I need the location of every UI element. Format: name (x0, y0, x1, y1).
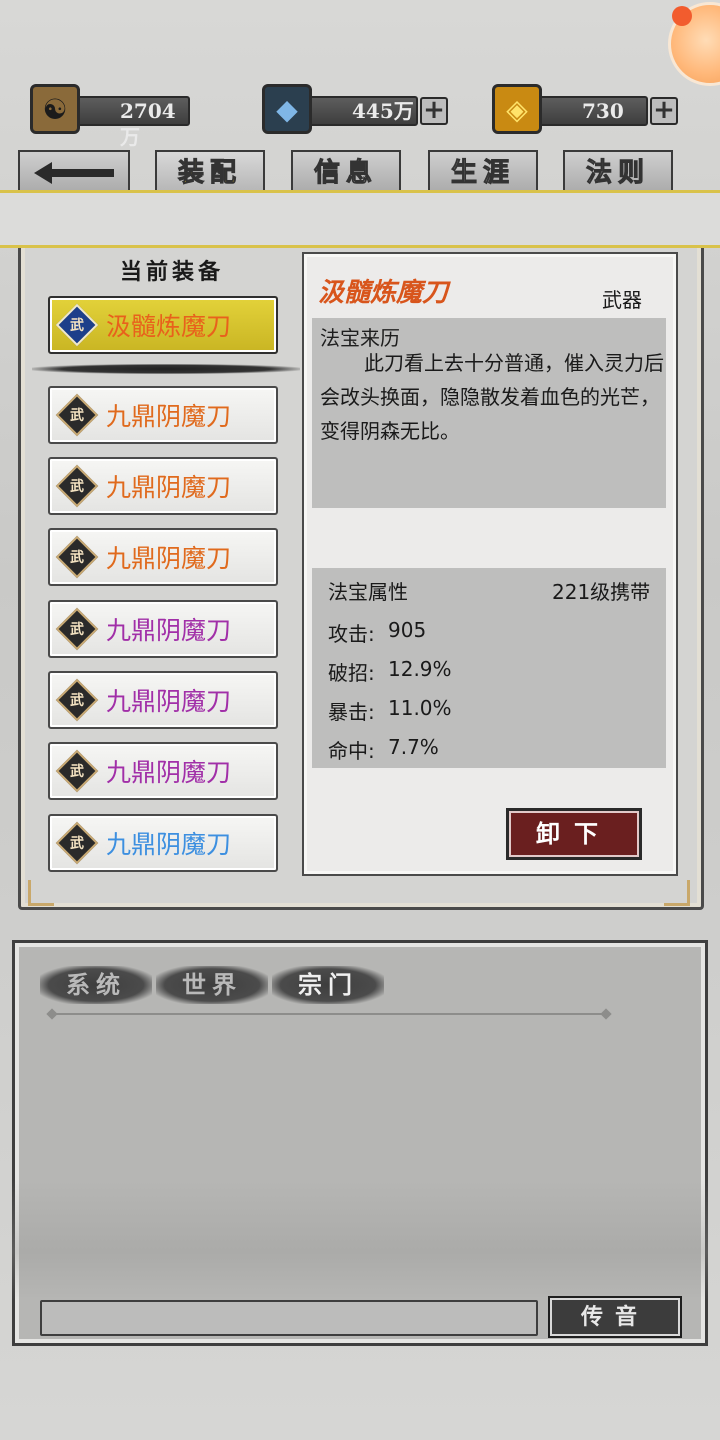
currency-gold-value: 730 (582, 99, 624, 123)
equipment-item-name: 九鼎阴魔刀 (106, 758, 232, 787)
blue-crystal-icon: ◆ (262, 84, 312, 134)
equipped-item-name: 汲髓炼魔刀 (106, 312, 232, 341)
weapon-badge-label: 武 (70, 836, 84, 852)
chat-divider (50, 1013, 610, 1015)
weapon-badge-label: 武 (70, 408, 84, 424)
equipment-item-name: 九鼎阴魔刀 (106, 402, 232, 431)
attr-attack-value: 905 (388, 618, 427, 642)
currency-crystal: 445万 (298, 96, 418, 126)
add-crystal-button[interactable]: + (420, 97, 448, 125)
weapon-badge-icon: 武 (55, 464, 99, 508)
weapon-badge-icon: 武 (55, 607, 99, 651)
attr-hit-value: 7.7% (388, 735, 439, 759)
currency-coins-value: 2704万 (120, 99, 176, 149)
brush-divider (32, 364, 300, 374)
attr-hit-label: 命中: (328, 739, 375, 763)
header-band (0, 190, 720, 248)
equipment-list-item[interactable]: 武 九鼎阴魔刀 (48, 457, 278, 515)
equipment-item-name: 九鼎阴魔刀 (106, 616, 232, 645)
currency-crystal-value: 445万 (352, 99, 414, 123)
tab-career[interactable]: 生涯 (428, 150, 538, 194)
equipment-list-item[interactable]: 武 九鼎阴魔刀 (48, 814, 278, 872)
currency-gold: 730 (528, 96, 648, 126)
detail-item-type: 武器 (602, 288, 642, 312)
add-gold-button[interactable]: + (650, 97, 678, 125)
weapon-badge-icon: 武 (55, 821, 99, 865)
weapon-badge-icon: 武 (55, 749, 99, 793)
chat-tab-sect[interactable]: 宗门 (272, 966, 384, 1004)
level-requirement: 221级携带 (552, 580, 651, 604)
lore-text: 此刀看上去十分普通，催入灵力后会改头换面，隐隐散发着血色的光芒，变得阴森无比。 (320, 351, 664, 443)
weapon-badge-icon: 武 (55, 303, 99, 347)
corner-ornament (28, 880, 54, 906)
gold-ingot-icon: ◈ (492, 84, 542, 134)
attr-attack-label: 攻击: (328, 622, 375, 646)
weapon-badge-icon: 武 (55, 678, 99, 722)
ink-landscape (12, 1180, 708, 1300)
attr-crit-value: 11.0% (388, 696, 452, 720)
weapon-badge-label: 武 (70, 550, 84, 566)
weapon-badge-label: 武 (70, 764, 84, 780)
currency-coins: 2704万 (66, 96, 190, 149)
taiji-coin-icon: ☯ (30, 84, 80, 134)
back-button[interactable] (18, 150, 130, 194)
weapon-badge-label: 武 (70, 479, 84, 495)
detail-item-name: 汲髓炼魔刀 (318, 278, 449, 308)
equipment-item-name: 九鼎阴魔刀 (106, 544, 232, 573)
attr-break-value: 12.9% (388, 657, 452, 681)
equipment-list-item[interactable]: 武 九鼎阴魔刀 (48, 528, 278, 586)
weapon-badge-icon: 武 (55, 393, 99, 437)
equipment-list-item[interactable]: 武 九鼎阴魔刀 (48, 742, 278, 800)
equipment-item-name: 九鼎阴魔刀 (106, 473, 232, 502)
corner-ornament (664, 880, 690, 906)
current-equipment-title: 当前装备 (119, 259, 224, 285)
attr-crit-label: 暴击: (328, 700, 375, 724)
equipment-list-item[interactable]: 武 九鼎阴魔刀 (48, 600, 278, 658)
chat-input[interactable] (40, 1300, 538, 1336)
weapon-badge-icon: 武 (55, 535, 99, 579)
weapon-badge-label: 武 (70, 318, 84, 334)
chat-tab-system[interactable]: 系统 (40, 966, 152, 1004)
notification-dot (672, 6, 692, 26)
equipment-list-item[interactable]: 武 九鼎阴魔刀 (48, 671, 278, 729)
attr-break-label: 破招: (328, 661, 375, 685)
back-arrow-icon (34, 162, 114, 184)
tab-info[interactable]: 信息 (291, 150, 401, 194)
tab-law[interactable]: 法则 (563, 150, 673, 194)
unequip-button[interactable]: 卸下 (506, 808, 642, 860)
weapon-badge-label: 武 (70, 622, 84, 638)
tab-equip[interactable]: 装配 (155, 150, 265, 194)
equipment-item-name: 九鼎阴魔刀 (106, 830, 232, 859)
equipment-item-name: 九鼎阴魔刀 (106, 687, 232, 716)
send-message-button[interactable]: 传音 (548, 1296, 682, 1338)
chat-tab-world[interactable]: 世界 (156, 966, 268, 1004)
weapon-badge-label: 武 (70, 693, 84, 709)
attributes-title: 法宝属性 (328, 580, 408, 604)
equipped-item[interactable]: 武 汲髓炼魔刀 (48, 296, 278, 354)
equipment-list-item[interactable]: 武 九鼎阴魔刀 (48, 386, 278, 444)
